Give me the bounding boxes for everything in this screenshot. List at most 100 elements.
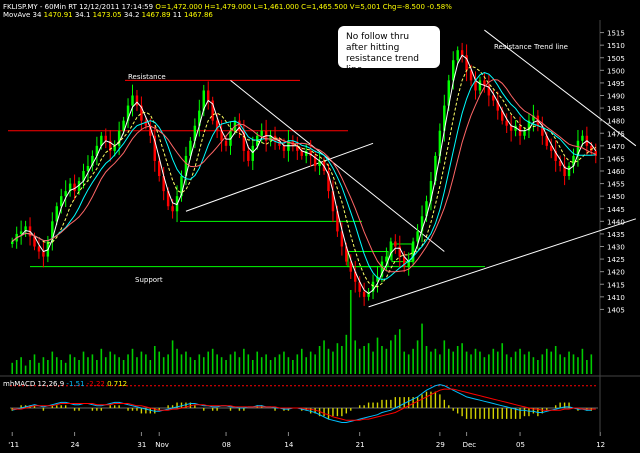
volume-bar [528,351,530,374]
x-tick-label: 05 [516,441,525,449]
volume-bar [162,357,165,374]
volume-bar [131,348,134,374]
volume-bar [577,357,579,374]
header-field: -0.58% [425,3,452,11]
volume-bar [260,357,263,374]
volume-bar [434,348,437,374]
support-label: Support [135,276,163,284]
volume-bar [194,360,196,374]
y-tick-label: 1470 [607,143,625,151]
volume-bar [479,351,481,374]
candle-body [416,231,419,242]
annotation-layer: Resistance Support Resistance Trend line [128,43,568,284]
y-tick-label: 1510 [607,42,625,50]
volume-bar [153,346,156,374]
header-field: 1473.05 [90,11,121,19]
y-tick-label: 1450 [607,193,625,201]
x-tick-label: Nov [155,441,169,449]
volume-bar [461,343,463,374]
volume-bar [283,351,285,374]
volume-bar [11,362,14,374]
candle-body [260,130,263,136]
volume-bar [198,354,201,374]
volume-bar [363,346,365,374]
volume-bar [167,354,169,374]
x-tick-label: '11 [8,441,19,449]
candle-body [478,80,482,91]
candle-body [37,246,41,252]
resistance-trendline-label: Resistance Trend line [494,43,568,51]
candle-body [251,145,254,161]
candle-body [282,145,286,151]
y-tick-label: 1490 [607,93,625,101]
volume-bar [171,340,174,374]
candle-body [207,90,210,101]
y-tick-label: 1515 [607,30,625,38]
volume-bar [323,340,325,374]
volume-bar [545,348,548,374]
volume-bar [278,354,281,374]
volume-bar [492,348,495,374]
volume-bar [398,329,401,374]
volume-bar [349,290,352,374]
volume-bar [216,354,218,374]
resistance-label: Resistance [128,73,166,81]
candle-body [456,50,459,61]
ma-slow-line [11,72,596,281]
y-tick-label: 1405 [607,306,625,314]
y-tick-label: 1500 [607,67,625,75]
volume-bar [60,360,63,374]
callout-box: No follow thru after hitting resistance … [338,26,440,75]
macd-label-field: -1.51 [64,380,84,388]
volume-bar [412,348,414,374]
volume-bar [176,348,178,374]
candle-body [394,241,397,247]
volume-bar [207,351,210,374]
x-tick-label: 24 [71,441,80,449]
volume-bar [590,354,593,374]
macd-label-field: 0.712 [105,380,127,388]
volume-bar [403,351,406,374]
header-field: C=1,465.500 [299,3,348,11]
volume-bar [82,351,85,374]
header-field: 1470.91 [41,11,72,19]
macd-label: mhMACD 12,26,9 -1.51 -2.22 0.712 [3,380,127,388]
volume-bar [158,351,161,374]
volume-bar [149,360,152,374]
volume-bar [104,357,107,374]
volume-bar [367,343,370,374]
candle-body [305,150,308,156]
header-field: 11 [171,11,182,19]
volume-bar [145,354,147,374]
candle-body [144,120,148,126]
volume-bar [109,351,112,374]
x-tick-label: Dec [463,441,477,449]
volume-bar [189,357,192,374]
candle-body [362,291,366,297]
y-tick-label: 1420 [607,269,625,277]
macd-layer: mhMACD 12,26,9 -1.51 -2.22 0.712 [3,380,598,423]
candle-body [505,120,508,126]
candle-body [42,251,45,257]
volume-bar [496,351,499,374]
chart-root: mhMACD 12,26,9 -1.51 -2.22 0.712 1405 141… [0,0,640,453]
volume-bar [341,346,343,374]
macd-signal-line [12,388,596,421]
volume-bar [523,354,526,374]
volume-bar [247,354,250,374]
volume-bar [292,360,294,374]
volume-bar [541,354,544,374]
volume-bar [274,357,276,374]
volume-bar [456,346,459,374]
volume-bar [180,354,183,374]
header-field: O=1,472.000 [153,3,202,11]
volume-bar [572,354,575,374]
y-tick-label: 1435 [607,231,625,239]
volume-bar [20,357,22,374]
volume-bar [87,357,89,374]
volume-bar [51,351,54,374]
volume-bar [238,357,241,374]
volume-bar [510,357,512,374]
volume-bar [354,340,357,374]
volume-bar [300,348,303,374]
